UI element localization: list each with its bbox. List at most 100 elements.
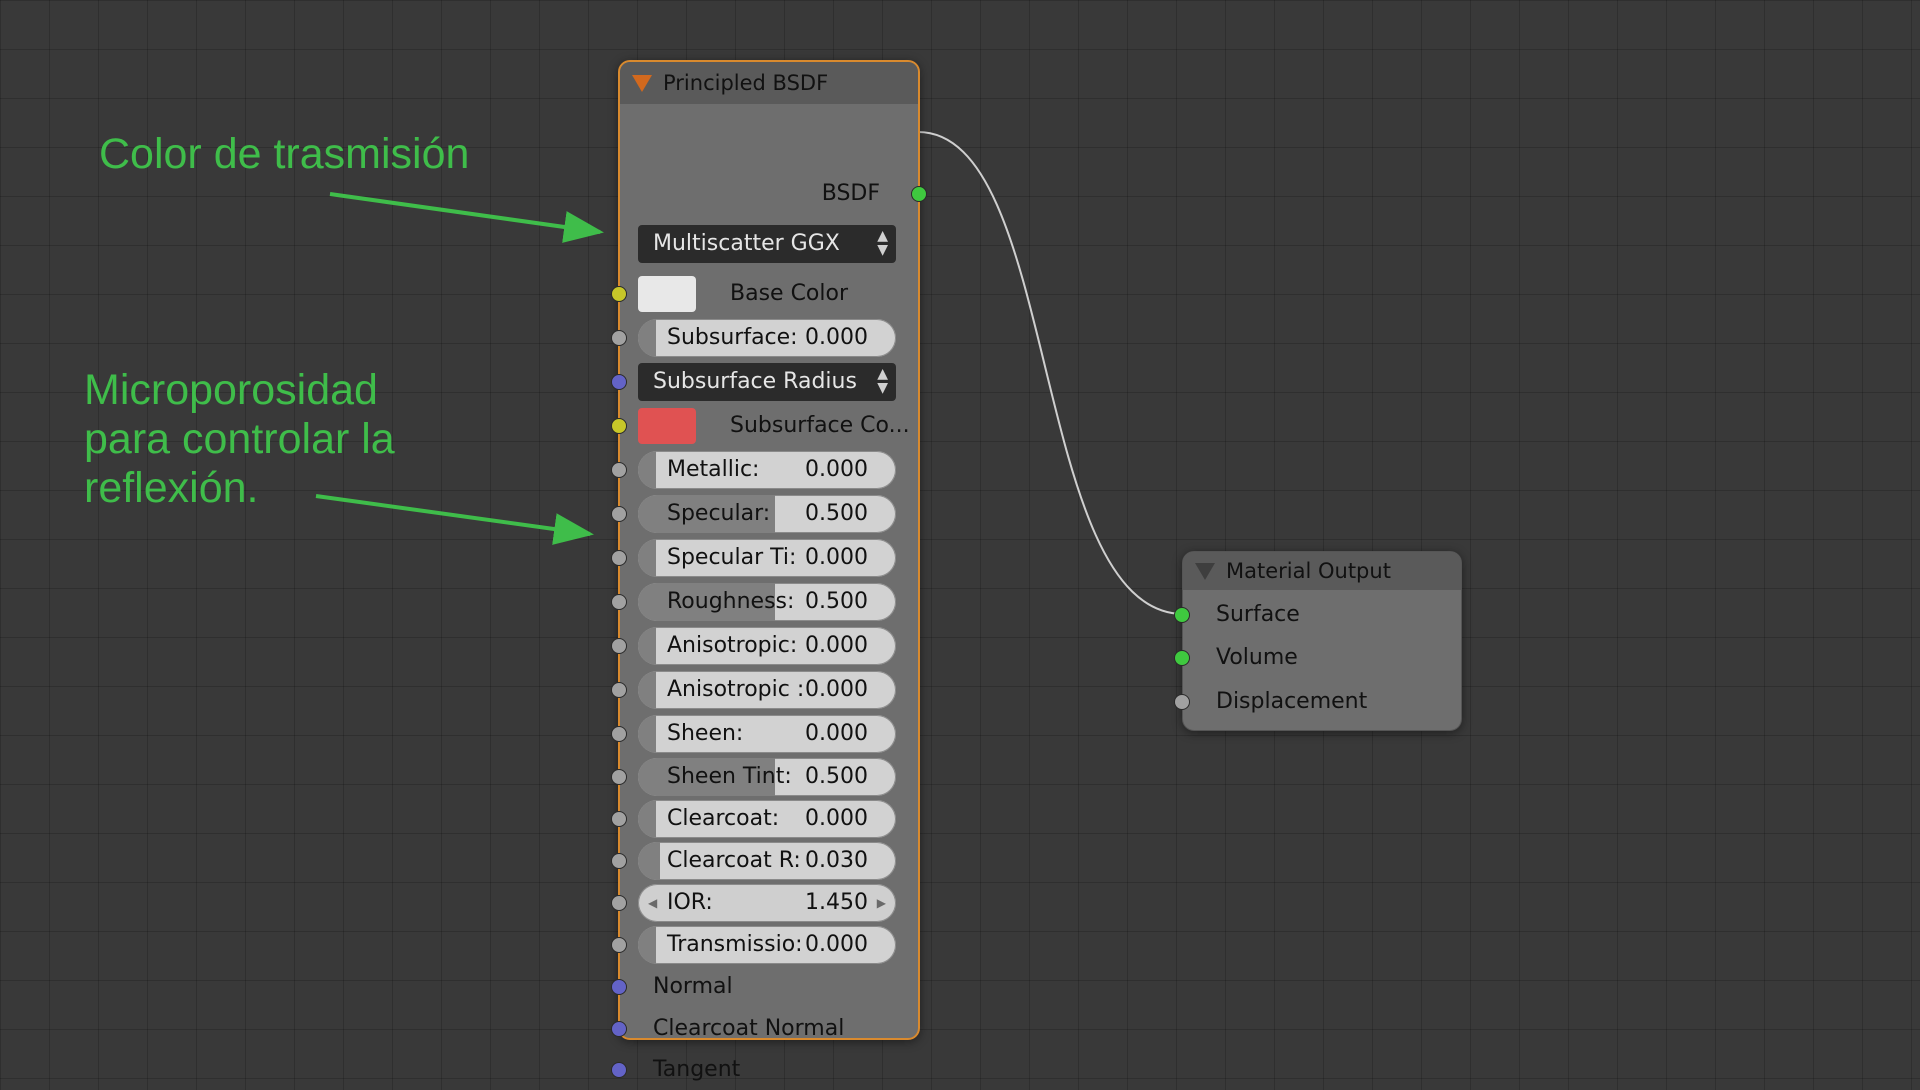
specular-socket[interactable] [611, 506, 627, 522]
slider-value: 0.000 [805, 633, 868, 658]
slider-label: Clearcoat: [667, 806, 780, 831]
slider-value: 0.000 [805, 457, 868, 482]
roughness-socket[interactable] [611, 594, 627, 610]
slider-fill [638, 926, 656, 964]
metallic-slider[interactable]: Metallic: 0.000 [638, 451, 896, 489]
node-title: Principled BSDF [663, 71, 829, 95]
slider-value: 0.000 [805, 932, 868, 957]
base-color-row: Base Color [611, 274, 918, 314]
slider-label: Anisotropic : [667, 677, 805, 702]
subsurface-method-dropdown[interactable]: Subsurface Radius ▲ ▼ [638, 363, 896, 401]
slider-label: Sheen: [667, 721, 744, 746]
bsdf-output-row: BSDF [620, 174, 927, 214]
sheen-tint-slider[interactable]: Sheen Tint: 0.500 [638, 758, 896, 796]
clearcoat-slider[interactable]: Clearcoat: 0.000 [638, 800, 896, 838]
ior-field[interactable]: ◀ IOR: 1.450 ▶ [638, 884, 896, 922]
displacement-socket[interactable] [1174, 694, 1190, 710]
normal-row: Normal [611, 967, 918, 1007]
volume-socket[interactable] [1174, 650, 1190, 666]
anisotropic-row: Anisotropic: 0.000 [611, 626, 918, 666]
clearcoat-roughness-socket[interactable] [611, 853, 627, 869]
clearcoat-normal-socket[interactable] [611, 1021, 627, 1037]
anisotropic-slider[interactable]: Anisotropic: 0.000 [638, 627, 896, 665]
slider-value: 0.000 [805, 806, 868, 831]
sheen-socket[interactable] [611, 726, 627, 742]
subsurface-color-swatch[interactable] [638, 408, 696, 444]
collapse-triangle-icon[interactable] [1195, 563, 1215, 580]
overlay [315, 131, 1183, 615]
specular-row: Specular: 0.500 [611, 494, 918, 534]
slider-value: 0.000 [805, 677, 868, 702]
distribution-dropdown[interactable]: Multiscatter GGX ▲ ▼ [638, 225, 896, 263]
normal-label: Normal [653, 974, 733, 999]
decrement-arrow-icon[interactable]: ◀ [648, 884, 657, 922]
subsurface-row: Subsurface: 0.000 [611, 318, 918, 358]
metallic-socket[interactable] [611, 462, 627, 478]
tangent-label: Tangent [653, 1057, 741, 1082]
sheen-tint-socket[interactable] [611, 769, 627, 785]
specular-tint-slider[interactable]: Specular Ti: 0.000 [638, 539, 896, 577]
base-color-swatch[interactable] [638, 276, 696, 312]
surface-socket[interactable] [1174, 607, 1190, 623]
sheen-slider[interactable]: Sheen: 0.000 [638, 715, 896, 753]
sheen-row: Sheen: 0.000 [611, 714, 918, 754]
clearcoat-roughness-row: Clearcoat R: 0.030 [611, 841, 918, 881]
clearcoat-socket[interactable] [611, 811, 627, 827]
ior-socket[interactable] [611, 895, 627, 911]
specular-slider[interactable]: Specular: 0.500 [638, 495, 896, 533]
base-color-socket[interactable] [611, 286, 627, 302]
volume-label: Volume [1216, 645, 1298, 670]
transmission-slider[interactable]: Transmissio: 0.000 [638, 926, 896, 964]
displacement-row: Displacement [1174, 682, 1461, 722]
clearcoat-roughness-slider[interactable]: Clearcoat R: 0.030 [638, 842, 896, 880]
tangent-socket[interactable] [611, 1062, 627, 1078]
dropdown-arrows-icon: ▲ ▼ [877, 228, 888, 258]
annotation-arrow-roughness [315, 494, 594, 545]
subsurface-method-value: Subsurface Radius [653, 369, 857, 394]
anisotropic-rotation-slider[interactable]: Anisotropic : 0.000 [638, 671, 896, 709]
anisotropic-rotation-row: Anisotropic : 0.000 [611, 670, 918, 710]
slider-value: 0.030 [805, 848, 868, 873]
subsurface-slider[interactable]: Subsurface: 0.000 [638, 319, 896, 357]
roughness-row: Roughness: 0.500 [611, 582, 918, 622]
distribution-row: Multiscatter GGX ▲ ▼ [620, 224, 918, 264]
anisotropic-socket[interactable] [611, 638, 627, 654]
ior-row: ◀ IOR: 1.450 ▶ [611, 883, 918, 923]
collapse-triangle-icon[interactable] [632, 75, 652, 92]
node-title: Material Output [1226, 559, 1391, 583]
slider-label: Transmissio: [667, 932, 803, 957]
bsdf-output-label: BSDF [821, 181, 880, 206]
subsurface-socket[interactable] [611, 330, 627, 346]
displacement-label: Displacement [1216, 689, 1368, 714]
clearcoat-normal-row: Clearcoat Normal [611, 1009, 918, 1049]
slider-label: Clearcoat R: [667, 848, 801, 873]
transmission-socket[interactable] [611, 937, 627, 953]
normal-socket[interactable] [611, 979, 627, 995]
slider-label: Roughness: [667, 589, 795, 614]
roughness-slider[interactable]: Roughness: 0.500 [638, 583, 896, 621]
slider-fill [638, 539, 656, 577]
node-header[interactable]: Principled BSDF [620, 62, 918, 104]
increment-arrow-icon[interactable]: ▶ [877, 884, 886, 922]
slider-label: Anisotropic: [667, 633, 798, 658]
slider-fill [638, 627, 656, 665]
slider-fill [638, 800, 656, 838]
node-link-bsdf-to-surface [917, 131, 1183, 615]
principled-bsdf-node[interactable]: Principled BSDF BSDF Multiscatter GGX ▲ ▼… [611, 60, 927, 1082]
specular-tint-socket[interactable] [611, 550, 627, 566]
subsurface-color-socket[interactable] [611, 418, 627, 434]
subsurface-color-label: Subsurface Co... [730, 413, 910, 438]
surface-row: Surface [1174, 595, 1461, 635]
bsdf-output-socket[interactable] [911, 186, 927, 202]
subsurface-method-row: Subsurface Radius ▲ ▼ [611, 362, 918, 402]
material-output-node[interactable]: Material Output Surface Volume Displacem… [1174, 551, 1462, 731]
sheen-tint-row: Sheen Tint: 0.500 [611, 757, 918, 797]
anisotropic-rotation-socket[interactable] [611, 682, 627, 698]
slider-label: Specular Ti: [667, 545, 797, 570]
slider-label: Sheen Tint: [667, 764, 792, 789]
volume-row: Volume [1174, 638, 1461, 678]
subsurface-radius-socket[interactable] [611, 374, 627, 390]
node-header[interactable]: Material Output [1183, 552, 1461, 590]
slider-fill [638, 671, 656, 709]
subsurface-color-row: Subsurface Co... [611, 406, 918, 446]
